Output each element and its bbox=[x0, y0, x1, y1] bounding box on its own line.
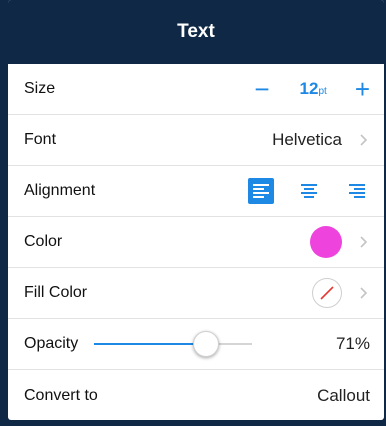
alignment-segmented-control bbox=[226, 178, 370, 204]
align-center-button[interactable] bbox=[296, 178, 322, 204]
alignment-row: Alignment bbox=[8, 166, 384, 217]
align-left-icon bbox=[253, 184, 269, 198]
panel-title: Text bbox=[177, 21, 215, 42]
opacity-label: Opacity bbox=[24, 335, 79, 352]
color-row[interactable]: Color bbox=[8, 217, 384, 268]
size-row: Size − 12pt + bbox=[8, 64, 384, 115]
size-stepper: − 12pt + bbox=[254, 76, 370, 102]
align-right-button[interactable] bbox=[344, 178, 370, 204]
font-value: Helvetica bbox=[272, 130, 342, 149]
size-number: 12 bbox=[299, 79, 319, 98]
color-label: Color bbox=[24, 233, 63, 250]
convert-row[interactable]: Convert to Callout bbox=[8, 370, 384, 420]
text-properties-panel: Text Size − 12pt + Font Helvetica Alignm… bbox=[8, 0, 384, 420]
size-label: Size bbox=[24, 80, 56, 97]
chevron-right-icon bbox=[360, 287, 368, 299]
slider-fill bbox=[94, 343, 207, 345]
fill-color-row[interactable]: Fill Color bbox=[8, 268, 384, 319]
align-right-icon bbox=[349, 184, 365, 198]
convert-value: Callout bbox=[317, 385, 370, 405]
align-center-icon bbox=[301, 184, 317, 198]
align-left-button[interactable] bbox=[248, 178, 274, 204]
alignment-label: Alignment bbox=[24, 182, 96, 199]
no-fill-swatch[interactable] bbox=[312, 278, 342, 308]
opacity-slider[interactable] bbox=[94, 331, 253, 357]
no-fill-slash-icon bbox=[320, 286, 334, 300]
panel-header: Text bbox=[8, 0, 384, 64]
slider-thumb[interactable] bbox=[193, 331, 220, 357]
opacity-row: Opacity 71% bbox=[8, 319, 384, 370]
text-color-swatch[interactable] bbox=[310, 226, 342, 258]
chevron-right-icon bbox=[360, 236, 368, 248]
opacity-value: 71% bbox=[335, 334, 370, 353]
font-row[interactable]: Font Helvetica bbox=[8, 115, 384, 166]
size-decrease-button[interactable]: − bbox=[254, 76, 269, 102]
font-label: Font bbox=[24, 131, 57, 148]
fill-color-label: Fill Color bbox=[24, 284, 88, 301]
size-value: 12pt bbox=[300, 79, 327, 99]
chevron-right-icon bbox=[360, 134, 368, 146]
convert-label: Convert to bbox=[24, 386, 98, 404]
size-unit: pt bbox=[318, 86, 327, 97]
size-increase-button[interactable]: + bbox=[355, 76, 370, 102]
